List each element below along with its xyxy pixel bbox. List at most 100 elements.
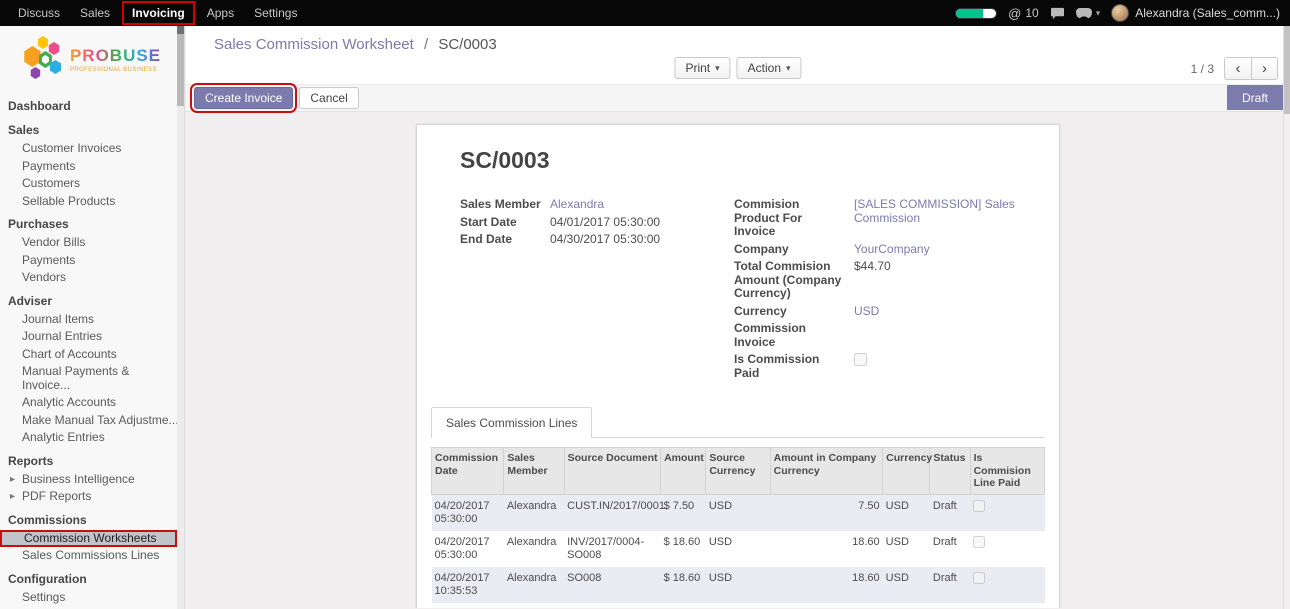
- sidebar-item-settings[interactable]: Settings: [0, 589, 184, 607]
- chevron-left-icon: ‹: [1236, 61, 1241, 76]
- is-commission-paid-label: Is Commission Paid: [734, 353, 846, 380]
- start-date-value: 04/01/2017 05:30:00: [550, 216, 694, 230]
- cell-sales-member: Alexandra: [504, 494, 564, 531]
- pager-counter: 1 / 3: [1191, 62, 1214, 76]
- print-button[interactable]: Print ▾: [674, 57, 730, 79]
- menu-discuss[interactable]: Discuss: [8, 0, 70, 26]
- sidebar-item-journal-items[interactable]: Journal Items: [0, 311, 184, 329]
- commission-line-row[interactable]: 04/20/2017 05:30:00 Alexandra INV/2017/0…: [432, 531, 1045, 567]
- sidebar-item-pdf-reports[interactable]: ▸ PDF Reports: [0, 488, 184, 506]
- sidebar-item-vendor-bills[interactable]: Vendor Bills: [0, 234, 184, 252]
- sidebar-item-analytic-accounts[interactable]: Analytic Accounts: [0, 394, 184, 412]
- sidebar-item-make-manual-tax-adjustment[interactable]: Make Manual Tax Adjustme...: [0, 412, 184, 430]
- commission-invoice-value: [854, 322, 1016, 349]
- company-link[interactable]: YourCompany: [854, 242, 930, 256]
- cell-source-document: SO008: [564, 567, 660, 603]
- sidebar-item-label: Business Intelligence: [22, 473, 135, 487]
- sidebar-item-customer-invoices[interactable]: Customer Invoices: [0, 140, 184, 158]
- commission-product-label: Commision Product For Invoice: [734, 198, 846, 239]
- messages-menu[interactable]: [1050, 7, 1065, 20]
- activities-menu[interactable]: @ 10: [1008, 6, 1039, 21]
- sidebar-item-sellable-products[interactable]: Sellable Products: [0, 193, 184, 211]
- user-menu[interactable]: Alexandra (Sales_comm...): [1111, 4, 1280, 22]
- chevron-down-icon: ▾: [1096, 8, 1101, 19]
- commission-product-link[interactable]: [SALES COMMISSION] Sales Commission: [854, 197, 1015, 225]
- sidebar-item-journal-entries[interactable]: Journal Entries: [0, 328, 184, 346]
- sidebar-item-customers[interactable]: Customers: [0, 175, 184, 193]
- expand-arrow-icon: ▸: [10, 490, 22, 504]
- sidebar-item-analytic-entries[interactable]: Analytic Entries: [0, 429, 184, 447]
- cell-source-currency: USD: [706, 567, 770, 603]
- top-navbar: Discuss Sales Invoicing Apps Settings @ …: [0, 0, 1290, 26]
- column-header-amount-company-currency: Amount in Company Currency: [770, 448, 883, 495]
- sidebar-heading-sales[interactable]: Sales: [0, 116, 184, 140]
- sales-member-link[interactable]: Alexandra: [550, 197, 604, 211]
- line-paid-checkbox[interactable]: [973, 500, 985, 512]
- menu-settings[interactable]: Settings: [244, 0, 307, 26]
- sidebar-heading-configuration[interactable]: Configuration: [0, 565, 184, 589]
- create-invoice-button[interactable]: Create Invoice: [194, 87, 293, 109]
- sidebar-item-label: PDF Reports: [22, 490, 91, 504]
- progress-gauge-fill: [956, 9, 983, 18]
- cell-currency: USD: [883, 494, 930, 531]
- sidebar-item-commission-worksheets[interactable]: Commission Worksheets: [0, 530, 177, 548]
- logo-subtitle: PROFESSIONAL BUSINESS: [70, 67, 161, 73]
- is-commission-paid-checkbox[interactable]: [854, 353, 867, 366]
- mention-icon: @: [1008, 6, 1021, 21]
- cell-status: Draft: [930, 531, 970, 567]
- sidebar-item-vendors[interactable]: Vendors: [0, 269, 184, 287]
- sidebar-item-chart-of-accounts[interactable]: Chart of Accounts: [0, 346, 184, 364]
- notebook-tabs: Sales Commission Lines: [431, 406, 1045, 438]
- sidebar-heading-reports[interactable]: Reports: [0, 447, 184, 471]
- cell-sales-member: Alexandra: [504, 531, 564, 567]
- sidebar-heading-dashboard[interactable]: Dashboard: [0, 92, 184, 116]
- cell-status: Draft: [930, 567, 970, 603]
- sidebar-heading-purchases[interactable]: Purchases: [0, 210, 184, 234]
- systray-extra-menu[interactable]: ▾: [1076, 8, 1101, 19]
- breadcrumb-parent-link[interactable]: Sales Commission Worksheet: [214, 36, 414, 53]
- menu-invoicing[interactable]: Invoicing: [122, 1, 195, 25]
- cell-currency: USD: [883, 567, 930, 603]
- progress-gauge-icon[interactable]: [955, 8, 997, 19]
- cell-amount-company: 18.60: [770, 531, 883, 567]
- right-field-group: Commision Product For Invoice [SALES COM…: [734, 198, 1016, 380]
- page-scrollbar-thumb[interactable]: [1284, 26, 1290, 114]
- total-commission-amount-value: $44.70: [854, 260, 1016, 301]
- sidebar-item-payments-sales[interactable]: Payments: [0, 158, 184, 176]
- app-menus: Discuss Sales Invoicing Apps Settings: [0, 0, 307, 26]
- cell-source-currency: USD: [706, 531, 770, 567]
- sales-member-label: Sales Member: [460, 198, 542, 212]
- cancel-button[interactable]: Cancel: [299, 87, 358, 109]
- print-button-label: Print: [685, 61, 710, 75]
- cell-commission-date: 04/20/2017 10:35:53: [432, 567, 504, 603]
- column-header-sales-member: Sales Member: [504, 448, 564, 495]
- tab-sales-commission-lines[interactable]: Sales Commission Lines: [431, 407, 592, 438]
- pager-previous-button[interactable]: ‹: [1224, 57, 1251, 80]
- sidebar: PROBUSE PROFESSIONAL BUSINESS Dashboard …: [0, 26, 185, 609]
- sidebar-item-payments-purchases[interactable]: Payments: [0, 252, 184, 270]
- sidebar-scrollbar-thumb[interactable]: [177, 34, 184, 106]
- pager-next-button[interactable]: ›: [1251, 57, 1278, 80]
- page-scrollbar[interactable]: [1283, 26, 1290, 609]
- sidebar-heading-commissions[interactable]: Commissions: [0, 506, 184, 530]
- action-button[interactable]: Action ▾: [737, 57, 802, 79]
- breadcrumb: Sales Commission Worksheet / SC/0003: [214, 36, 497, 53]
- field-groups: Sales Member Alexandra Start Date 04/01/…: [460, 198, 1016, 380]
- line-paid-checkbox[interactable]: [973, 572, 985, 584]
- total-commission-amount-label: Total Commision Amount (Company Currency…: [734, 260, 846, 301]
- sidebar-item-sales-commissions-lines[interactable]: Sales Commissions Lines: [0, 547, 184, 565]
- sidebar-scrollbar[interactable]: [177, 26, 184, 609]
- currency-link[interactable]: USD: [854, 304, 879, 318]
- menu-apps[interactable]: Apps: [197, 0, 244, 26]
- line-paid-checkbox[interactable]: [973, 536, 985, 548]
- cell-amount: $ 18.60: [661, 531, 706, 567]
- scroll-up-icon[interactable]: [177, 26, 184, 34]
- sidebar-heading-adviser[interactable]: Adviser: [0, 287, 184, 311]
- sidebar-item-manual-payments-invoice[interactable]: Manual Payments & Invoice...: [0, 363, 184, 394]
- commission-invoice-label: Commission Invoice: [734, 322, 846, 349]
- commission-line-row[interactable]: 04/20/2017 05:30:00 Alexandra CUST.IN/20…: [432, 494, 1045, 531]
- sidebar-item-business-intelligence[interactable]: ▸ Business Intelligence: [0, 471, 184, 489]
- currency-label: Currency: [734, 305, 846, 319]
- commission-line-row[interactable]: 04/20/2017 10:35:53 Alexandra SO008 $ 18…: [432, 567, 1045, 603]
- menu-sales[interactable]: Sales: [70, 0, 120, 26]
